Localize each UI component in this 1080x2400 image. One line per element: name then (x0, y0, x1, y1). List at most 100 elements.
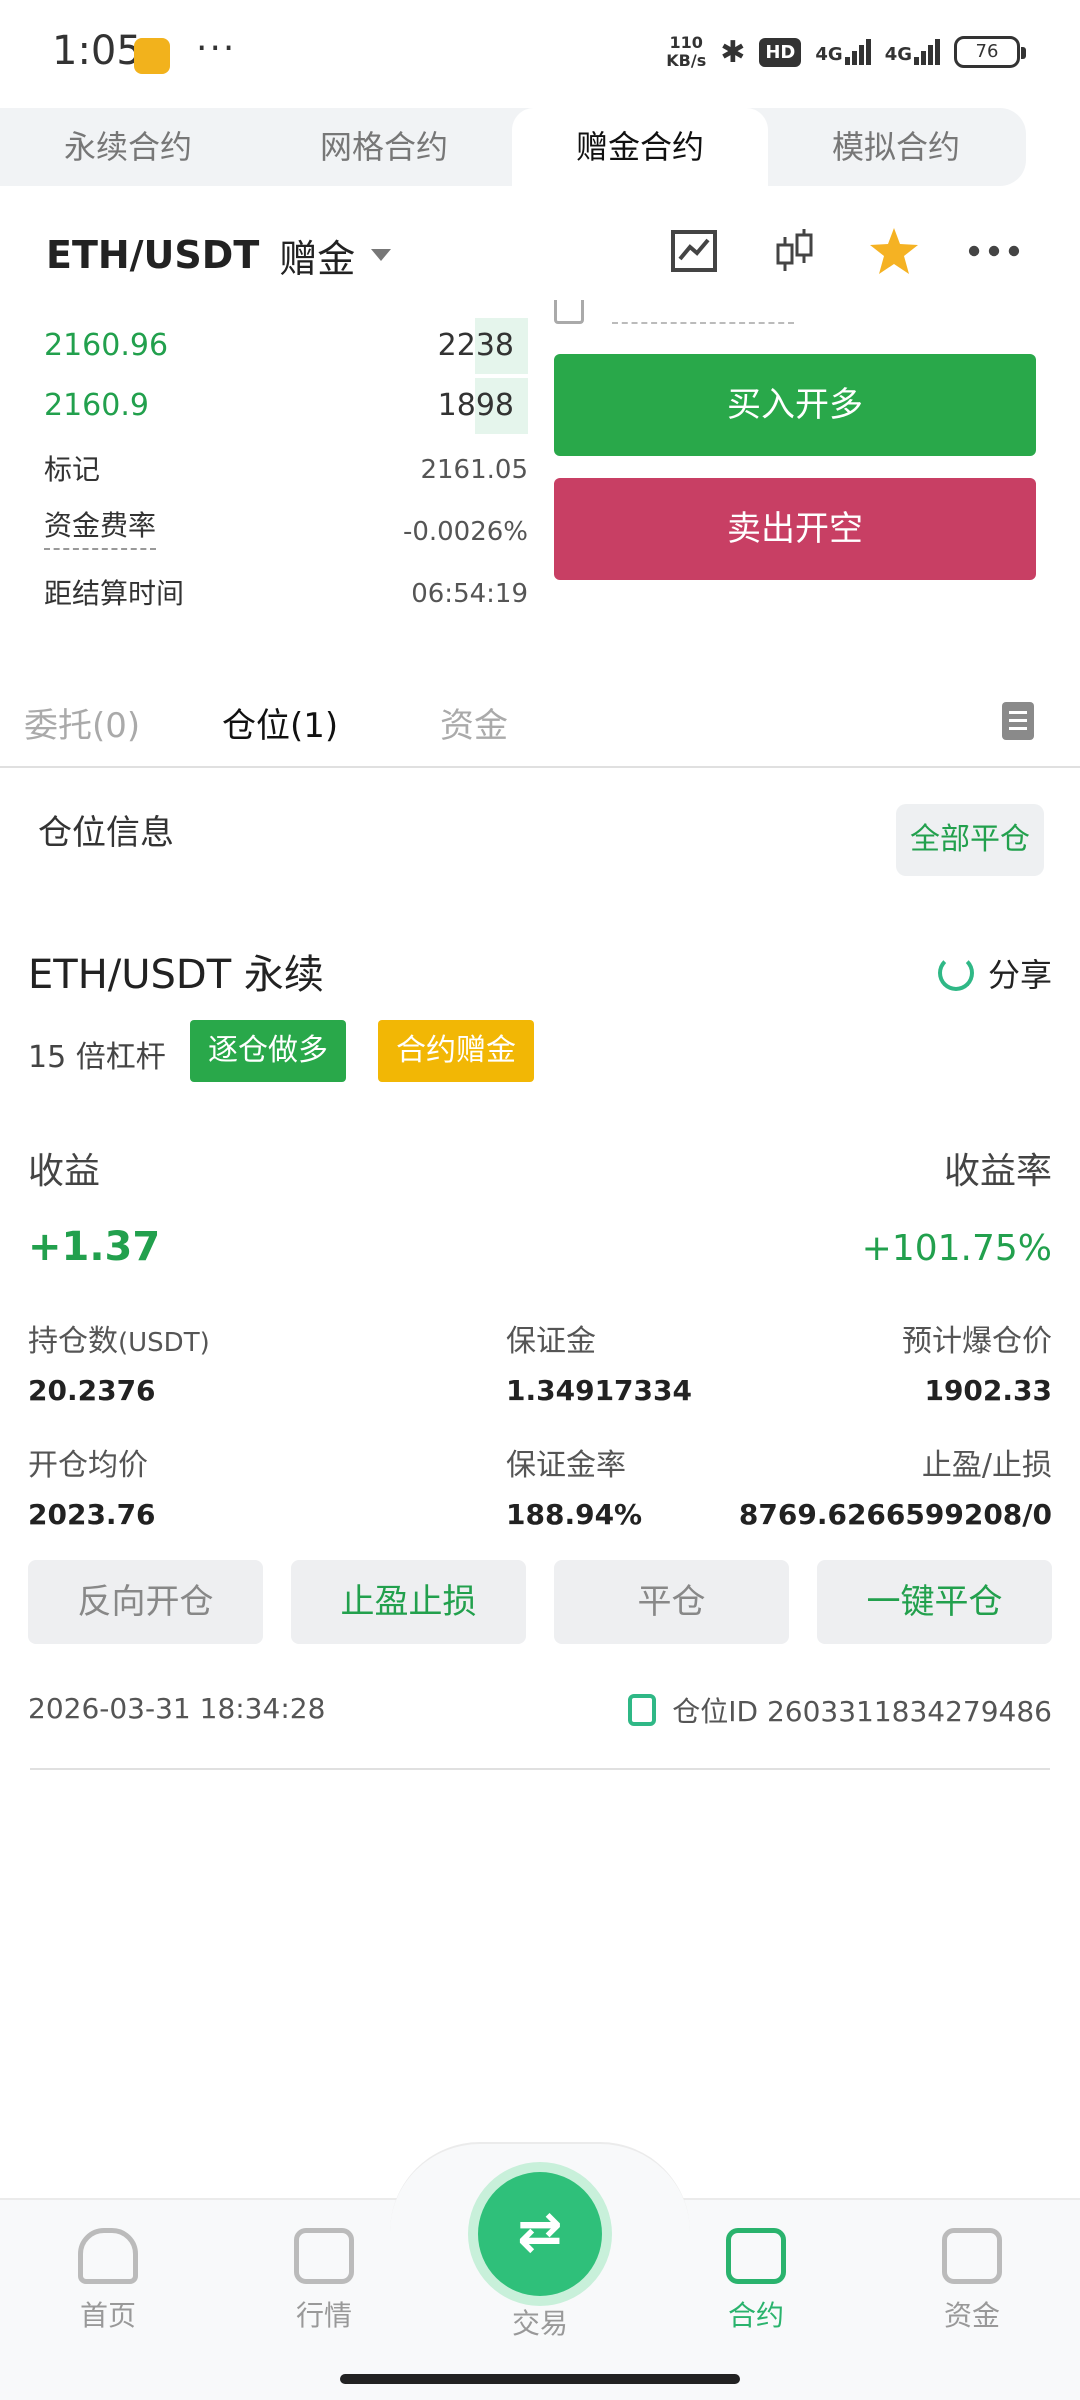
swap-icon[interactable]: ⇄ (478, 2172, 602, 2296)
more-icon[interactable] (968, 225, 1020, 277)
tab-positions[interactable]: 仓位(1) (222, 698, 338, 747)
position-size-label-text: 持仓数 (28, 1324, 118, 1359)
share-button[interactable]: 分享 (937, 950, 1052, 996)
signal-icon-2: 4G (885, 39, 940, 65)
net-speed-unit: KB/s (666, 51, 707, 70)
net-speed: 110 KB/s (666, 34, 706, 70)
margin-rate-label: 保证金率 (506, 1448, 626, 1483)
mark-price-label: 标记 (44, 453, 101, 486)
tpsl-label: 止盈/止损 (921, 1448, 1052, 1483)
funding-rate-row[interactable]: 资金费率 -0.0026% (44, 504, 528, 560)
liquidation-label: 预计爆仓价 (902, 1324, 1052, 1359)
card-divider (30, 1768, 1050, 1770)
star-icon[interactable] (868, 225, 920, 277)
nav-funds-label: 资金 (943, 2299, 1000, 2332)
status-right: 110 KB/s ✱ HD 4G 4G 76 (666, 34, 1026, 70)
liquidation-price: 预计爆仓价 1902.33 (902, 1316, 1052, 1407)
bid-qty: 2238 (437, 328, 514, 363)
home-indicator (340, 2374, 740, 2384)
hd-badge: HD (759, 37, 802, 67)
copy-icon[interactable] (628, 1694, 657, 1726)
position-tabs: 委托(0) 仓位(1) 资金 (0, 668, 1080, 768)
section-title: 仓位信息 (38, 813, 174, 853)
funding-rate-label: 资金费率 (44, 504, 157, 550)
order-book-row[interactable]: 2160.9 1898 (44, 378, 528, 434)
caret-down-icon (371, 249, 392, 261)
bluetooth-icon: ✱ (720, 34, 746, 70)
line-chart-icon[interactable] (668, 225, 720, 277)
status-time: 1:05 (52, 28, 142, 74)
pnl-rate-value: +101.75% (861, 1228, 1052, 1269)
tab-grid[interactable]: 网格合约 (256, 108, 512, 186)
market-icon (294, 2228, 354, 2284)
pnl-rate-label: 收益率 (943, 1151, 1052, 1192)
nav-market[interactable]: 行情 (254, 2228, 394, 2334)
entry-price-value: 2023.76 (28, 1498, 156, 1531)
margin-label: 保证金 (506, 1324, 596, 1359)
tab-divider (0, 766, 1080, 768)
position-actions: 反向开仓 止盈止损 平仓 一键平仓 (28, 1560, 1052, 1644)
tab-perpetual[interactable]: 永续合约 (0, 108, 256, 186)
checkbox-partial[interactable] (554, 300, 584, 324)
funding-rate-value: -0.0026% (402, 517, 528, 547)
net-label-1: 4G (815, 44, 843, 65)
position-id-text: 仓位ID 2603311834279486 (672, 1695, 1052, 1728)
tab-funds[interactable]: 资金 (440, 698, 508, 747)
net-label-2: 4G (884, 44, 912, 65)
tab-demo[interactable]: 模拟合约 (768, 108, 1024, 186)
margin-rate-value: 188.94% (506, 1498, 643, 1531)
margin-value: 1.34917334 (506, 1374, 692, 1407)
candlestick-icon[interactable] (768, 225, 820, 277)
share-label: 分享 (987, 956, 1052, 994)
position-id[interactable]: 仓位ID 2603311834279486 (628, 1690, 1052, 1730)
position-pair: ETH/USDT 永续 (28, 952, 324, 998)
share-icon (937, 955, 974, 991)
net-speed-value: 110 (669, 33, 703, 52)
entry-price-label: 开仓均价 (28, 1448, 148, 1483)
tab-bonus[interactable]: 赠金合约 (512, 108, 768, 186)
pair-tag: 赠金 (279, 236, 356, 281)
margin-mode-badge: 逐仓做多 (190, 1020, 346, 1082)
leverage-label: 15 倍杠杆 (28, 1040, 166, 1075)
pair-symbol: ETH/USDT (46, 233, 260, 277)
liquidation-value: 1902.33 (924, 1374, 1052, 1407)
pair-selector[interactable]: ETH/USDT 赠金 (46, 220, 392, 290)
nav-home[interactable]: 首页 (38, 2228, 178, 2334)
header-actions (668, 225, 1020, 277)
wallet-icon (942, 2228, 1002, 2284)
buy-long-button[interactable]: 买入开多 (554, 354, 1036, 456)
tab-orders[interactable]: 委托(0) (24, 698, 140, 747)
nav-market-label: 行情 (295, 2299, 352, 2332)
tpsl: 止盈/止损 8769.6266599208/0 (739, 1440, 1052, 1531)
close-position-button[interactable]: 平仓 (554, 1560, 789, 1644)
contract-tabs: 永续合约 网格合约 赠金合约 模拟合约 (0, 108, 1026, 186)
tpsl-button[interactable]: 止盈止损 (291, 1560, 526, 1644)
entry-price: 开仓均价 2023.76 (28, 1440, 156, 1531)
position-size-value: 20.2376 (28, 1374, 156, 1407)
bid-qty: 1898 (437, 388, 514, 423)
close-all-button[interactable]: 全部平仓 (896, 804, 1044, 876)
position-size-unit: (USDT) (118, 1328, 210, 1358)
tpsl-value: 8769.6266599208/0 (738, 1498, 1052, 1531)
contract-icon (726, 2228, 786, 2284)
order-book-row[interactable]: 2160.96 2238 (44, 318, 528, 374)
margin-rate: 保证金率 188.94% (506, 1440, 642, 1531)
nav-contract[interactable]: 合约 (686, 2228, 826, 2334)
settlement-label: 距结算时间 (44, 577, 185, 610)
battery-icon: 76 (954, 36, 1026, 68)
pnl-label: 收益 (28, 1151, 101, 1192)
nav-home-label: 首页 (79, 2299, 136, 2332)
signal-icon: 4G (815, 39, 871, 65)
bid-price: 2160.96 (44, 328, 169, 363)
document-icon[interactable] (1002, 702, 1034, 740)
sell-short-button[interactable]: 卖出开空 (554, 478, 1036, 580)
nav-funds[interactable]: 资金 (902, 2228, 1042, 2334)
reverse-position-button[interactable]: 反向开仓 (28, 1560, 263, 1644)
one-click-close-button[interactable]: 一键平仓 (817, 1560, 1052, 1644)
nav-trade-label: 交易 (511, 2307, 568, 2340)
status-more: ··· (196, 28, 237, 69)
position-size: 持仓数(USDT) 20.2376 (28, 1316, 210, 1407)
margin: 保证金 1.34917334 (506, 1316, 692, 1407)
nav-contract-label: 合约 (727, 2299, 784, 2332)
pnl-value: +1.37 (28, 1224, 161, 1270)
